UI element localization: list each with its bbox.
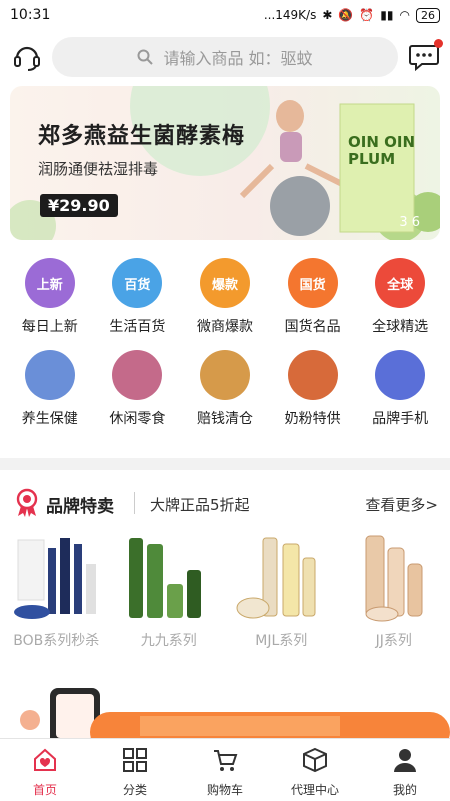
- brand-subtitle: 大牌正品5折起: [150, 496, 250, 514]
- category-label: 休闲零食: [109, 411, 166, 427]
- category-item[interactable]: 品牌手机: [358, 350, 442, 428]
- category-row-2: 养生保健 休闲零食 赔钱清仓 奶粉特供 品牌手机: [0, 350, 450, 428]
- banner-title: 郑多燕益生菌酵素梅: [38, 124, 246, 149]
- tab-label: 购物车: [206, 783, 243, 797]
- category-icon: 爆款: [199, 258, 250, 308]
- product-card[interactable]: MJL系列: [229, 534, 333, 650]
- net-speed: ...149K/s: [263, 8, 317, 22]
- gold-bottles-image: [236, 537, 316, 619]
- category-icon: 国货: [287, 258, 338, 308]
- home-icon: [34, 748, 56, 771]
- message-button[interactable]: [408, 39, 443, 72]
- category-label: 养生保健: [21, 411, 78, 427]
- status-bar: 10:31 ...149K/s ✱ 🔕 ⏰ ▮▮ ◠ 26: [0, 0, 450, 30]
- clearance-icon: [199, 350, 250, 400]
- section-divider: [0, 458, 450, 470]
- tab-cart[interactable]: 购物车: [185, 739, 265, 801]
- tab-label: 我的: [392, 783, 417, 797]
- status-icons: ...149K/s ✱ 🔕 ⏰ ▮▮ ◠ 26: [263, 7, 440, 23]
- signal-icon: ▮▮: [380, 8, 394, 22]
- category-label: 全球精选: [372, 319, 429, 335]
- product-card[interactable]: JJ系列: [342, 534, 446, 650]
- tab-label: 代理中心: [290, 783, 339, 797]
- category-grid: 上新 每日上新 百货 生活百货 爆款 微商爆款 国货 国货名品 全球 全球精选 …: [0, 258, 450, 428]
- phone-icon: [375, 350, 426, 400]
- milk-powder-icon: [287, 350, 338, 400]
- search-placeholder: 请输入商品 如：驱蚊: [163, 49, 313, 68]
- box-text-line-2: PLUM: [348, 150, 396, 168]
- top-header: 请输入商品 如：驱蚊: [0, 32, 450, 84]
- promo-banner[interactable]: 郑多燕益生菌酵素梅 润肠通便祛湿排毒 ¥29.90 OIN OIN PLUM 3…: [10, 86, 440, 240]
- search-input[interactable]: 请输入商品 如：驱蚊: [52, 37, 398, 77]
- rose-gold-bottles-image: [365, 535, 423, 622]
- category-grid-icon: [123, 748, 147, 772]
- battery-icon: 26: [416, 7, 440, 23]
- category-icon: 百货: [112, 258, 163, 308]
- category-label: 国货名品: [284, 319, 341, 335]
- category-label: 赔钱清仓: [196, 411, 253, 427]
- category-icon: 上新: [24, 258, 75, 308]
- category-row-1: 上新 每日上新 百货 生活百货 爆款 微商爆款 国货 国货名品 全球 全球精选: [0, 258, 450, 336]
- category-item[interactable]: 全球 全球精选: [358, 258, 442, 336]
- brand-section-header: 品牌特卖 大牌正品5折起 查看更多>: [0, 484, 450, 524]
- promo-strip[interactable]: [0, 680, 450, 738]
- product-label: BOB系列秒杀: [13, 633, 100, 649]
- product-label: MJL系列: [255, 633, 308, 649]
- category-item[interactable]: 爆款 微商爆款: [183, 258, 267, 336]
- mute-icon: 🔕: [338, 8, 354, 22]
- category-item[interactable]: 百货 生活百货: [95, 258, 179, 336]
- banner-price: ¥29.90: [40, 194, 118, 217]
- product-label: JJ系列: [375, 633, 412, 649]
- tab-agent-center[interactable]: 代理中心: [275, 739, 355, 801]
- green-bottles-image: [128, 538, 201, 618]
- search-icon: [137, 49, 154, 65]
- banner-pager: 3 6: [399, 215, 420, 230]
- category-icon: 全球: [375, 258, 426, 308]
- bottom-tab-bar: 首页 分类 购物车 代理中心 我的: [0, 738, 450, 801]
- product-label: 九九系列: [140, 633, 197, 649]
- tab-label: 分类: [122, 783, 147, 797]
- product-card[interactable]: 九九系列: [117, 534, 221, 650]
- tab-mine[interactable]: 我的: [365, 739, 445, 801]
- category-label: 生活百货: [109, 319, 166, 335]
- category-item[interactable]: 上新 每日上新: [8, 258, 92, 336]
- notification-dot: [434, 39, 443, 48]
- category-label: 微商爆款: [196, 319, 253, 335]
- product-box-text: OIN OIN PLUM: [348, 134, 415, 168]
- box-icon: [303, 747, 327, 773]
- category-item[interactable]: 休闲零食: [95, 350, 179, 428]
- category-item[interactable]: 养生保健: [8, 350, 92, 428]
- box-text-line-1: OIN OIN: [348, 133, 415, 151]
- cart-icon: [214, 750, 238, 771]
- tab-category[interactable]: 分类: [95, 739, 175, 801]
- category-item[interactable]: 奶粉特供: [271, 350, 355, 428]
- status-time: 10:31: [10, 7, 51, 23]
- promo-graphic: [20, 688, 450, 738]
- category-item[interactable]: 国货 国货名品: [271, 258, 355, 336]
- see-more-link[interactable]: 查看更多>: [365, 494, 438, 515]
- headset-icon[interactable]: [12, 42, 42, 72]
- alarm-icon: ⏰: [359, 8, 375, 22]
- brand-ribbon-icon: [16, 488, 38, 517]
- wifi-icon: ◠: [399, 8, 410, 22]
- brand-title: 品牌特卖: [46, 497, 114, 517]
- product-card[interactable]: BOB系列秒杀: [4, 534, 108, 650]
- brand-divider: [134, 492, 135, 514]
- bluetooth-icon: ✱: [322, 8, 333, 22]
- user-icon: [394, 749, 416, 772]
- health-product-icon: [24, 350, 75, 400]
- brand-products: BOB系列秒杀 九九系列 MJL系列 JJ系列: [0, 534, 450, 650]
- banner-subtitle: 润肠通便祛湿排毒: [38, 160, 159, 178]
- snack-gift-icon: [112, 350, 163, 400]
- category-label: 品牌手机: [372, 411, 429, 427]
- category-item[interactable]: 赔钱清仓: [183, 350, 267, 428]
- category-label: 奶粉特供: [284, 411, 341, 427]
- category-label: 每日上新: [21, 319, 78, 335]
- cosmetics-set-image: [14, 538, 97, 619]
- tab-label: 首页: [32, 783, 57, 797]
- tab-home[interactable]: 首页: [5, 739, 85, 801]
